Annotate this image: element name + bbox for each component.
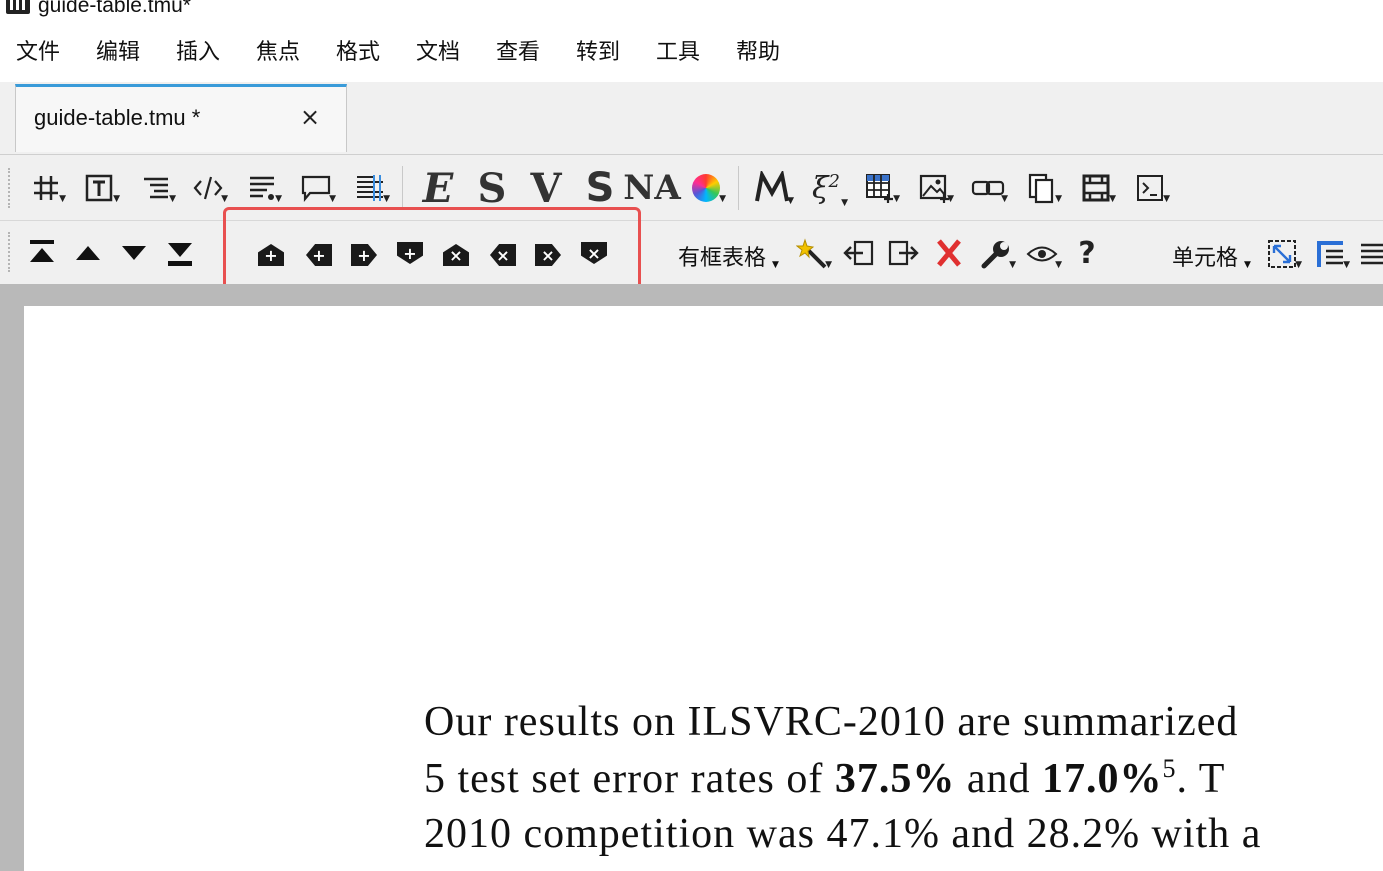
doc-line-2-post: . T — [1176, 756, 1226, 802]
menu-tools[interactable]: 工具 — [656, 34, 700, 66]
list-icon[interactable]: ▼ — [244, 170, 282, 206]
tab-strip: guide-table.tmu * × — [0, 82, 1383, 155]
code-icon[interactable]: ▼ — [190, 170, 228, 206]
cell-align-icon[interactable] — [1356, 236, 1383, 272]
delete-table-icon[interactable] — [932, 236, 966, 270]
doc-line-2[interactable]: 5 test set error rates of 37.5% and 17.0… — [424, 754, 1225, 803]
cell-border-icon[interactable]: ▼ — [1312, 236, 1350, 272]
move-up-icon[interactable] — [72, 236, 104, 268]
window-title: guide-table.tmu* — [38, 0, 191, 17]
app-icon — [6, 0, 30, 14]
magic-wand-icon[interactable]: ▼ — [794, 236, 832, 272]
doc-line-3[interactable]: 2010 competition was 47.1% and 28.2% wit… — [424, 810, 1261, 858]
comment-icon[interactable]: ▼ — [298, 170, 336, 206]
menu-edit[interactable]: 编辑 — [96, 34, 140, 66]
bold-value-1: 37.5% — [834, 756, 956, 802]
color-wheel-icon[interactable]: ▼ — [688, 170, 726, 206]
text-box-icon[interactable]: ▼ — [82, 170, 120, 206]
link-icon[interactable]: ▼ — [970, 170, 1008, 206]
menu-help[interactable]: 帮助 — [736, 34, 780, 66]
exit-left-icon[interactable] — [842, 236, 876, 270]
toolbar-separator — [402, 166, 403, 210]
footnote-marker: 5 — [1162, 754, 1177, 783]
terminal-icon[interactable]: ▼ — [1132, 170, 1170, 206]
menu-insert[interactable]: 插入 — [176, 34, 220, 66]
menu-view[interactable]: 查看 — [496, 34, 540, 66]
table-style-dropdown[interactable]: 有框表格 — [678, 240, 766, 272]
chevron-down-icon: ▼ — [772, 260, 779, 270]
menu-bar: 文件 编辑 插入 焦点 格式 文档 查看 转到 工具 帮助 — [0, 22, 1383, 82]
grid-lines-icon[interactable]: ▼ — [352, 170, 390, 206]
doc-line-1[interactable]: Our results on ILSVRC-2010 are summarize… — [424, 698, 1238, 746]
cell-dropdown[interactable]: 单元格 — [1172, 240, 1238, 272]
title-bar: guide-table.tmu* — [0, 0, 1383, 22]
toolbar-grip[interactable] — [8, 168, 14, 208]
doc-line-2-mid: and — [955, 756, 1043, 802]
menu-document[interactable]: 文档 — [416, 34, 460, 66]
wrench-icon[interactable]: ▼ — [978, 236, 1016, 272]
menu-focus[interactable]: 焦点 — [256, 34, 300, 66]
table-toolbar: 有框表格 ▼ ▼ ▼ ▼ ? 单元格 ▼ ▼ ▼ — [0, 222, 1383, 284]
math-m-icon[interactable]: ▼ — [752, 168, 794, 208]
tab-label: guide-table.tmu * — [34, 105, 201, 130]
bold-value-2: 17.0% — [1042, 756, 1163, 802]
hash-icon[interactable]: ▼ — [28, 170, 66, 206]
eye-icon[interactable]: ▼ — [1024, 236, 1062, 272]
toolbar-separator — [738, 166, 739, 210]
image-insert-icon[interactable]: ▼ — [916, 170, 954, 206]
move-down-icon[interactable] — [118, 236, 150, 268]
help-question-icon[interactable]: ? — [1072, 234, 1102, 272]
cell-size-icon[interactable]: ▼ — [1264, 236, 1302, 272]
move-top-icon[interactable] — [26, 236, 58, 268]
exit-right-icon[interactable] — [886, 236, 920, 270]
menu-format[interactable]: 格式 — [336, 34, 380, 66]
letter-na-button[interactable]: NA — [623, 162, 680, 214]
film-icon[interactable]: ▼ — [1078, 170, 1116, 206]
xi-squared-icon[interactable]: ξ2 ▼ — [806, 166, 848, 210]
menu-file[interactable]: 文件 — [16, 34, 60, 66]
close-tab-icon[interactable]: × — [300, 103, 320, 131]
move-bottom-icon[interactable] — [164, 238, 196, 270]
table-insert-icon[interactable]: ▼ — [862, 170, 900, 206]
main-toolbar: ▼ ▼ ▼ ▼ ▼ ▼ ▼ E S V S NA ▼ ▼ ξ2 ▼ ▼ ▼ ▼ … — [0, 156, 1383, 221]
copy-pages-icon[interactable]: ▼ — [1024, 170, 1062, 206]
toolbar-grip[interactable] — [8, 232, 14, 272]
chevron-down-icon: ▼ — [1244, 260, 1251, 270]
menu-go[interactable]: 转到 — [576, 34, 620, 66]
doc-line-2-pre: 5 test set error rates of — [424, 756, 835, 802]
tab-guide-table[interactable]: guide-table.tmu * × — [15, 84, 347, 152]
align-icon[interactable]: ▼ — [138, 170, 176, 206]
